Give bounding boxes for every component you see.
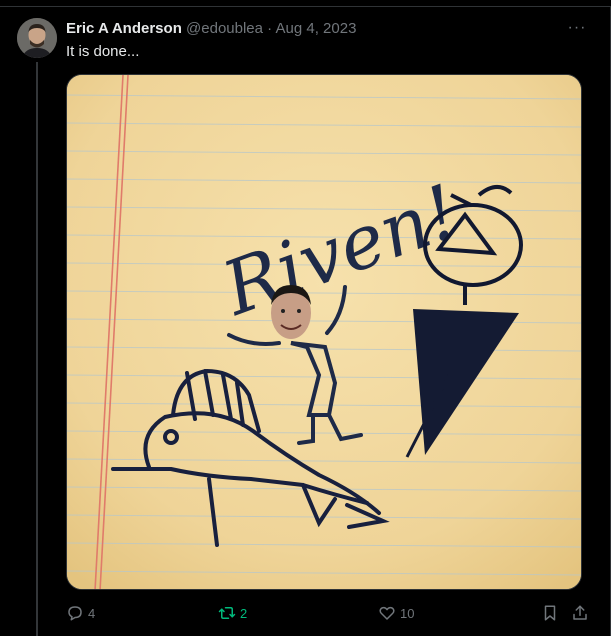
tweet-header: Eric A Anderson @edoublea · Aug 4, 2023	[66, 20, 356, 38]
retweet-icon	[218, 607, 236, 619]
like-button[interactable]: 10	[378, 601, 414, 625]
share-button[interactable]	[571, 601, 589, 625]
avatar-image	[17, 18, 57, 58]
bookmark-icon	[544, 605, 556, 621]
like-icon	[379, 606, 395, 620]
author-name[interactable]: Eric A Anderson	[66, 20, 182, 37]
avatar[interactable]	[17, 18, 57, 58]
stick-figure-face	[271, 285, 311, 339]
header-separator: ·	[267, 20, 273, 37]
notebook-drawing: Riven!	[67, 75, 581, 589]
top-divider	[0, 6, 611, 7]
author-handle[interactable]: @edoublea	[186, 20, 263, 37]
tweet-media[interactable]: Riven!	[66, 74, 582, 590]
like-count: 10	[400, 605, 415, 621]
tweet-actions: 4 2 10	[66, 601, 589, 625]
thread-line	[36, 62, 38, 636]
tweet-page: Eric A Anderson @edoublea · Aug 4, 2023 …	[0, 0, 611, 636]
reply-icon	[68, 606, 82, 621]
bookmark-button[interactable]	[541, 601, 559, 625]
retweet-count: 2	[240, 605, 248, 621]
reply-count: 4	[88, 605, 96, 621]
retweet-button[interactable]: 2	[218, 601, 247, 625]
share-icon	[573, 605, 587, 620]
reply-button[interactable]: 4	[66, 601, 95, 625]
tweet-date[interactable]: Aug 4, 2023	[276, 20, 357, 37]
tweet-text: It is done...	[66, 43, 140, 60]
more-icon[interactable]: ···	[565, 18, 589, 38]
